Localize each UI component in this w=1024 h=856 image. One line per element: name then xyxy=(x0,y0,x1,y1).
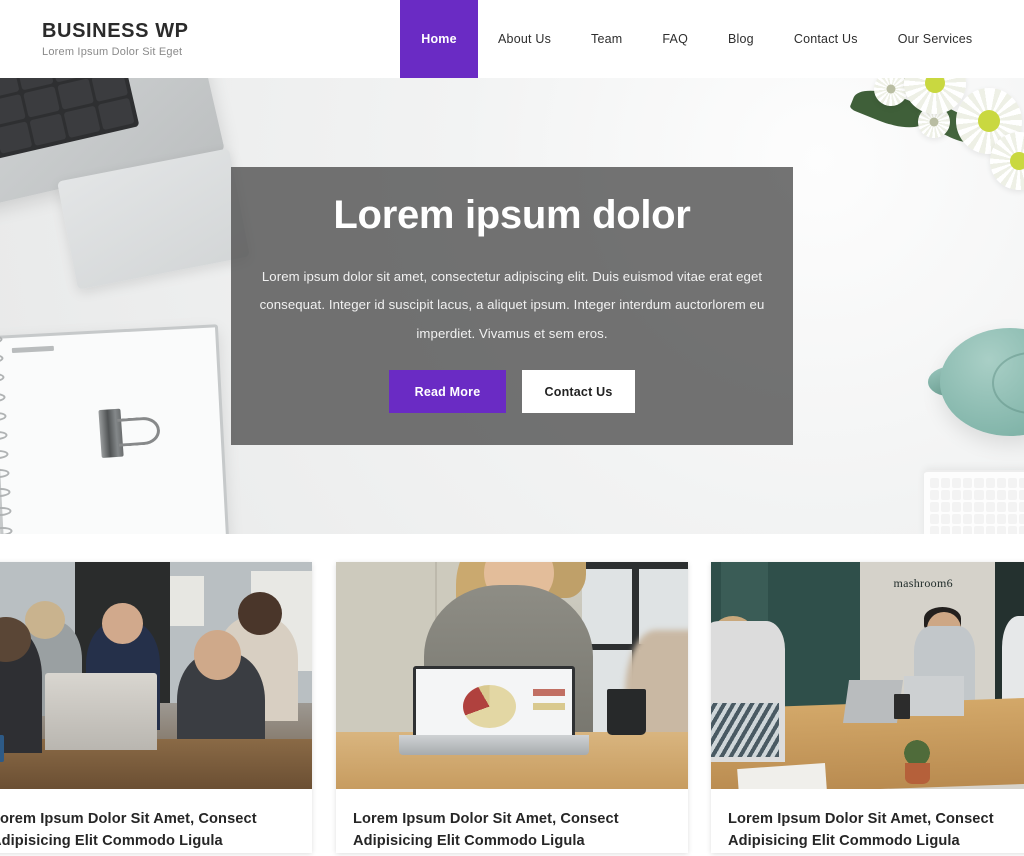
nav-item-faq[interactable]: FAQ xyxy=(642,0,708,78)
wall-sign-text: mashroom6 xyxy=(893,575,953,590)
feature-card[interactable]: Lorem Ipsum Dolor Sit Amet, Consect Adip… xyxy=(0,562,312,853)
flowers-icon xyxy=(844,78,1024,194)
landing-page: BUSINESS WP Lorem Ipsum Dolor Sit Eget H… xyxy=(0,0,1024,856)
feature-card[interactable]: Lorem Ipsum Dolor Sit Amet, Consect Adip… xyxy=(336,562,688,853)
brand-tagline: Lorem Ipsum Dolor Sit Eget xyxy=(42,46,183,58)
binder-clip-icon xyxy=(98,406,161,459)
clip-arm xyxy=(117,415,161,447)
notebook-label xyxy=(11,345,54,354)
hero-button-group: Read More Contact Us xyxy=(389,370,635,414)
feature-cards-section: Lorem Ipsum Dolor Sit Amet, Consect Adip… xyxy=(0,562,1024,856)
card-image-conference-room: mashroom6 xyxy=(711,562,1024,789)
nav-item-blog[interactable]: Blog xyxy=(708,0,774,78)
card-title: Lorem Ipsum Dolor Sit Amet, Consect Adip… xyxy=(0,811,257,849)
feature-card[interactable]: mashroom6 Lorem Ipsum Dolor Sit Amet, Co… xyxy=(711,562,1024,853)
main-navigation: Home About Us Team FAQ Blog Contact Us O… xyxy=(400,0,1024,78)
white-keyboard-keys xyxy=(930,478,1024,534)
contact-us-button[interactable]: Contact Us xyxy=(522,370,635,414)
hero-overlay-box: Lorem ipsum dolor Lorem ipsum dolor sit … xyxy=(231,167,793,445)
nav-item-team[interactable]: Team xyxy=(571,0,642,78)
nav-item-home[interactable]: Home xyxy=(400,0,478,78)
nav-item-about-us[interactable]: About Us xyxy=(478,0,571,78)
nav-item-contact-us[interactable]: Contact Us xyxy=(774,0,878,78)
hero-section: Lorem ipsum dolor Lorem ipsum dolor sit … xyxy=(0,78,1024,534)
card-title: Lorem Ipsum Dolor Sit Amet, Consect Adip… xyxy=(728,811,994,849)
teapot-icon xyxy=(920,328,1024,436)
nav-item-our-services[interactable]: Our Services xyxy=(878,0,993,78)
white-keyboard-icon xyxy=(924,470,1024,534)
brand-title: BUSINESS WP xyxy=(42,20,189,42)
card-image-team-meeting xyxy=(0,562,312,789)
card-image-laptop-presentation xyxy=(336,562,688,789)
hero-description: Lorem ipsum dolor sit amet, consectetur … xyxy=(259,269,765,341)
read-more-button[interactable]: Read More xyxy=(389,370,506,414)
site-header: BUSINESS WP Lorem Ipsum Dolor Sit Eget H… xyxy=(0,0,1024,78)
hero-title: Lorem ipsum dolor xyxy=(333,193,691,237)
card-title: Lorem Ipsum Dolor Sit Amet, Consect Adip… xyxy=(353,811,619,849)
site-logo[interactable]: BUSINESS WP Lorem Ipsum Dolor Sit Eget xyxy=(0,0,400,78)
